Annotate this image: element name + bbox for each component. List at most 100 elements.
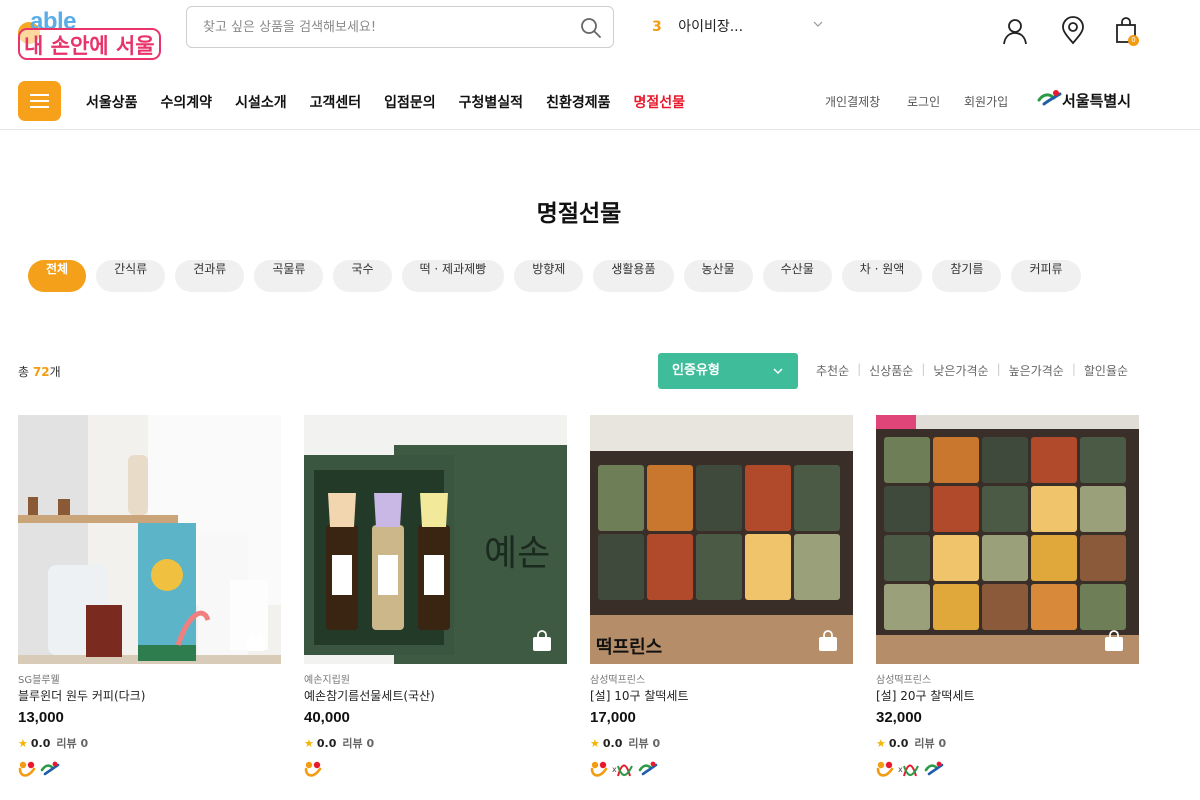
category-chip[interactable]: 방향제	[514, 260, 584, 292]
logo-korean: 내 손안에 서울	[18, 28, 161, 60]
nav-item[interactable]: 입점문의	[384, 92, 436, 112]
social-enterprise-icon	[590, 761, 608, 777]
product-rating: ★ 0.0 리뷰 0	[304, 735, 374, 751]
certification-badges: x	[876, 759, 948, 781]
product-card[interactable]: 예손 예손지립원 예손참기름선물세트(국산) 40,000 ★ 0.0 리뷰 0	[304, 415, 567, 777]
seoul-certification-icon	[40, 761, 60, 776]
seoul-logo-icon	[1037, 90, 1062, 106]
review-label: 리뷰	[914, 737, 935, 750]
total-prefix: 총	[18, 365, 33, 379]
shopping-bag-icon[interactable]	[245, 630, 267, 652]
product-name[interactable]: 블루윈더 원두 커피(다크)	[18, 687, 145, 704]
sort-option[interactable]: 높은가격순	[1009, 362, 1064, 379]
women-enterprise-icon: x	[898, 764, 919, 777]
rating-value: 0.0	[602, 737, 623, 750]
review-label: 리뷰	[342, 737, 363, 750]
certification-type-select[interactable]: 인증유형	[658, 353, 798, 389]
category-chip[interactable]: 커피류	[1011, 260, 1081, 292]
product-card[interactable]: SG블루웰 블루윈더 원두 커피(다크) 13,000 ★ 0.0 리뷰 0	[18, 415, 281, 777]
nav-item[interactable]: 수의계약	[161, 92, 213, 112]
product-vendor: SG블루웰	[18, 675, 60, 686]
svg-text:x: x	[898, 765, 903, 774]
product-image[interactable]	[18, 415, 281, 664]
certification-badges	[18, 759, 64, 781]
search-icon[interactable]	[579, 16, 603, 40]
category-chip[interactable]: 떡 · 제과제빵	[401, 260, 505, 292]
rice-cake-piece	[884, 437, 930, 483]
rice-cake-piece	[884, 486, 930, 532]
nav-item[interactable]: 친환경제품	[546, 92, 610, 112]
category-chip[interactable]: 수산물	[762, 260, 832, 292]
rating-value: 0.0	[316, 737, 337, 750]
shopping-bag-icon[interactable]	[531, 630, 553, 652]
product-card[interactable]: 삼성떡프린스 [설] 20구 찰떡세트 32,000 ★ 0.0 리뷰 0 x	[876, 415, 1139, 777]
product-image[interactable]: 예손	[304, 415, 567, 664]
category-chip[interactable]: 농산물	[683, 260, 753, 292]
trending-keyword-ticker[interactable]: 3 아이비장...	[652, 16, 824, 38]
social-enterprise-icon	[304, 761, 322, 777]
nav-item[interactable]: 고객센터	[310, 92, 362, 112]
nav-item[interactable]: 서울상품	[86, 92, 138, 112]
seoul-logo-text: 서울특별시	[1062, 92, 1132, 110]
location-pin-icon[interactable]	[1058, 16, 1088, 46]
sort-separator: |	[857, 362, 862, 376]
personal-payment-link[interactable]: 개인결제창	[825, 93, 880, 110]
social-enterprise-icon	[876, 761, 894, 777]
search-input[interactable]	[203, 17, 563, 37]
shopping-bag-icon[interactable]	[1103, 630, 1125, 652]
page-title: 명절선물	[536, 201, 622, 227]
product-card[interactable]: 떡프린스 삼성떡프린스 [설] 10구 찰떡세트 17,000 ★ 0.0 리뷰 0…	[590, 415, 853, 777]
category-chip[interactable]: 생활용품	[593, 260, 674, 292]
review-label: 리뷰	[628, 737, 649, 750]
coffee-product-photo	[18, 415, 281, 664]
product-name[interactable]: [설] 10구 찰떡세트	[590, 687, 689, 704]
user-icon[interactable]	[1000, 16, 1030, 46]
nav-item[interactable]: 시설소개	[235, 92, 287, 112]
product-rating: ★ 0.0 리뷰 0	[590, 735, 660, 751]
trending-keyword[interactable]: 아이비장...	[678, 19, 743, 35]
rating-value: 0.0	[888, 737, 909, 750]
sort-option[interactable]: 낮은가격순	[933, 362, 988, 379]
review-count: 0	[366, 737, 375, 750]
nav-item[interactable]: 구청별실적	[459, 92, 523, 112]
rice-cake-piece	[884, 584, 930, 630]
total-suffix: 개	[49, 365, 61, 379]
product-image[interactable]	[876, 415, 1139, 664]
hamburger-menu-button[interactable]	[18, 81, 61, 121]
star-icon: ★	[304, 737, 314, 750]
menu-icon-bar	[30, 94, 49, 96]
sort-separator: |	[1071, 362, 1076, 376]
menu-icon-bar	[30, 106, 49, 108]
category-chip[interactable]: 간식류	[96, 260, 166, 292]
seoul-certification-icon	[638, 761, 658, 776]
category-chip[interactable]: 곡물류	[254, 260, 324, 292]
sort-option[interactable]: 신상품순	[869, 362, 913, 379]
category-chip[interactable]: 국수	[333, 260, 392, 292]
product-name[interactable]: 예손참기름선물세트(국산)	[304, 687, 435, 704]
category-chip[interactable]: 전체	[28, 260, 87, 292]
rice-cake-piece	[1080, 584, 1126, 630]
product-name[interactable]: [설] 20구 찰떡세트	[876, 687, 975, 704]
category-chip[interactable]: 참기름	[932, 260, 1002, 292]
login-link[interactable]: 로그인	[907, 93, 940, 110]
sort-option[interactable]: 할인율순	[1084, 362, 1128, 379]
shopping-bag-icon[interactable]	[817, 630, 839, 652]
chevron-down-icon[interactable]	[812, 18, 824, 30]
review-count: 0	[652, 737, 661, 750]
sort-option[interactable]: 추천순	[816, 362, 849, 379]
signup-link[interactable]: 회원가입	[964, 93, 1008, 110]
category-chip[interactable]: 차 · 원액	[841, 260, 923, 292]
product-image[interactable]: 떡프린스	[590, 415, 853, 664]
trending-rank: 3	[652, 19, 662, 35]
rice-cake-piece	[1080, 535, 1126, 581]
category-chip[interactable]: 견과류	[175, 260, 245, 292]
rice-cake-piece	[982, 584, 1028, 630]
total-count: 총 72개	[18, 363, 61, 380]
total-number: 72	[32, 365, 50, 379]
site-logo[interactable]: able 내 손안에 서울	[18, 8, 176, 60]
star-icon: ★	[876, 737, 886, 750]
nav-item[interactable]: 명절선물	[633, 92, 685, 112]
cart-button[interactable]: 0	[1112, 16, 1142, 46]
rice-cake-piece	[1080, 437, 1126, 483]
women-enterprise-icon: x	[612, 764, 633, 777]
